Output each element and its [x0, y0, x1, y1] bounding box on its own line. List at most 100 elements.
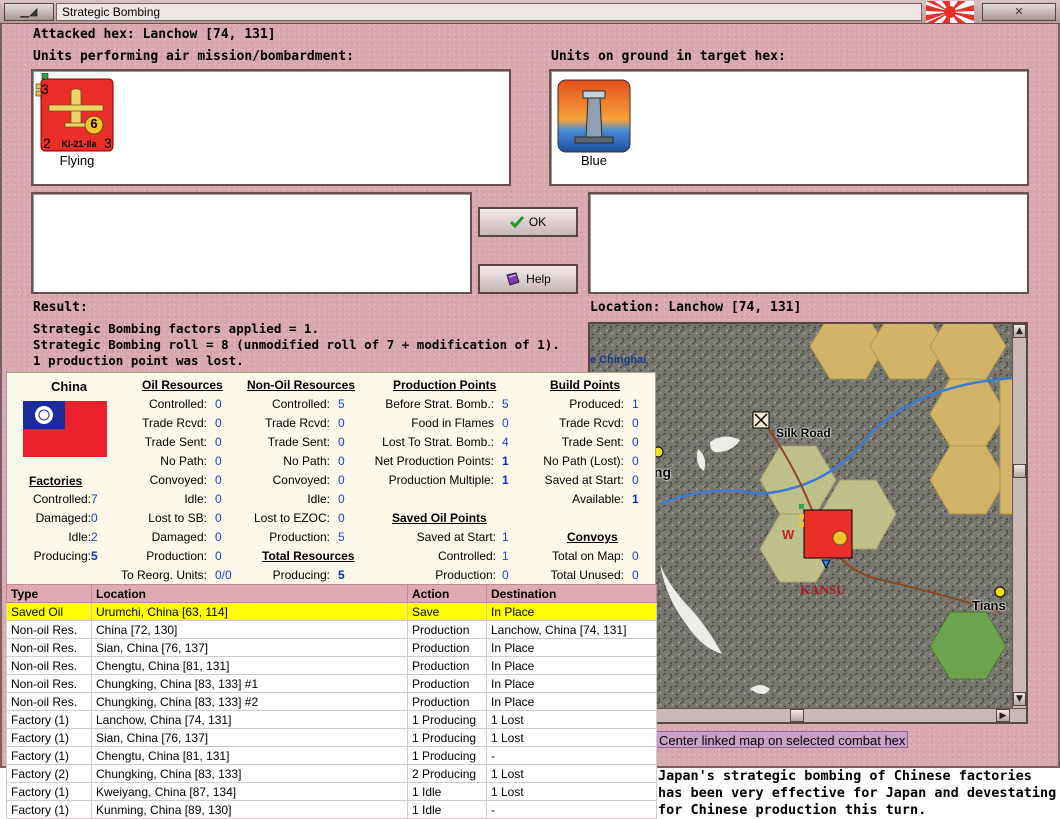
table-cell: 1 Lost: [486, 764, 657, 783]
country-name: China: [51, 379, 88, 394]
factories-row-label: Damaged:: [35, 511, 91, 525]
non-oil-row-label: Production:: [269, 530, 330, 544]
production-points-row-value: 1: [502, 473, 509, 487]
production-points-heading: Production Points: [393, 378, 497, 392]
result-line: Strategic Bombing factors applied = 1.: [33, 321, 319, 336]
system-menu-button[interactable]: ▁◢: [4, 3, 54, 21]
production-points-row-label: Before Strat. Bomb.:: [385, 397, 494, 411]
table-cell: Factory (1): [6, 800, 92, 819]
table-cell: Factory (1): [6, 710, 92, 729]
build-points-row-value: 1: [632, 397, 639, 411]
saved-oil-row-value: 1: [502, 549, 509, 563]
column-header[interactable]: Location: [91, 584, 408, 603]
non-oil-row-value: 5: [338, 397, 345, 411]
convoys-row-label: Total on Map:: [551, 549, 624, 563]
map-label-chinghai: e Chinghai: [590, 354, 647, 366]
factories-row-value: 0: [91, 511, 98, 525]
result-line: 1 production point was lost.: [33, 353, 244, 368]
production-table: Type Location Action Destination Saved Oil U…: [6, 584, 657, 819]
table-row[interactable]: Non-oil Res. Chungking, China [83, 133] #…: [6, 692, 657, 711]
unit-badge-value: 6: [90, 116, 98, 131]
convoys-row-label: Total Unused:: [550, 568, 624, 582]
saved-oil-heading: Saved Oil Points: [392, 511, 487, 525]
total-resources-row-label: Producing:: [272, 568, 330, 582]
oil-row-label: Trade Sent:: [144, 435, 207, 449]
oil-row-value: 0: [215, 492, 222, 506]
close-button[interactable]: ✕: [982, 3, 1056, 21]
table-cell: Production: [407, 674, 487, 693]
ok-button[interactable]: OK: [478, 207, 578, 237]
saved-oil-row-label: Controlled:: [437, 549, 496, 563]
oil-row-value: 0/0: [215, 568, 232, 582]
table-cell: Factory (1): [6, 782, 92, 801]
build-points-row-value: 1: [632, 492, 639, 506]
ground-unit-counter[interactable]: Blue: [557, 79, 631, 173]
column-header[interactable]: Type: [6, 584, 92, 603]
table-row[interactable]: Factory (1) Lanchow, China [74, 131] 1 Pro…: [6, 710, 657, 729]
factories-row-label: Controlled:: [32, 492, 91, 506]
table-cell: 1 Producing: [407, 710, 487, 729]
table-cell: Chengtu, China [81, 131]: [91, 746, 408, 765]
air-unit-counter[interactable]: 3 6 2 KI-21-IIa 3 Flying: [35, 73, 117, 173]
production-points-row-label: Lost To Strat. Bomb.:: [382, 435, 494, 449]
map-label-tians: Tians: [972, 598, 1006, 613]
scroll-up-icon[interactable]: ▲: [1013, 324, 1026, 338]
non-oil-row-value: 0: [338, 416, 345, 430]
table-row[interactable]: Non-oil Res. Sian, China [76, 137] Product…: [6, 638, 657, 657]
non-oil-row-value: 5: [338, 530, 345, 544]
convoys-row-value: 0: [632, 549, 639, 563]
table-cell: Save: [407, 602, 487, 621]
column-header[interactable]: Destination: [486, 584, 657, 603]
map-label-lanchow-fragment: W: [782, 527, 795, 542]
help-button[interactable]: Help: [478, 264, 578, 294]
table-row[interactable]: Factory (1) Chengtu, China [81, 131] 1 Pro…: [6, 746, 657, 765]
oil-row-label: Production:: [146, 549, 207, 563]
unit-status: Flying: [59, 153, 95, 168]
non-oil-row-label: Idle:: [307, 492, 330, 506]
convoys-row-value: 0: [632, 568, 639, 582]
table-cell: Chungking, China [83, 133] #2: [91, 692, 408, 711]
table-row[interactable]: Non-oil Res. Chengtu, China [81, 131] Prod…: [6, 656, 657, 675]
oil-row-value: 0: [215, 435, 222, 449]
table-cell: Factory (1): [6, 728, 92, 747]
center-map-link[interactable]: Center linked map on selected combat hex: [656, 731, 909, 748]
ground-unit-status: Blue: [580, 153, 608, 168]
non-oil-row-label: Convoyed:: [272, 473, 330, 487]
result-label: Result:: [33, 300, 88, 315]
help-button-label: Help: [526, 272, 551, 286]
table-row[interactable]: Factory (1) Kunming, China [89, 130] 1 Idl…: [6, 800, 657, 819]
oil-row-value: 0: [215, 416, 222, 430]
map-label-kansu: KANSU: [800, 582, 846, 597]
table-row[interactable]: Saved Oil Urumchi, China [63, 114] Save In …: [6, 602, 657, 621]
non-oil-row-value: 0: [338, 435, 345, 449]
map-vertical-scrollbar[interactable]: ▲ ▼: [1012, 324, 1026, 708]
table-cell: Production: [407, 692, 487, 711]
build-points-row-value: 0: [632, 435, 639, 449]
saved-oil-row-label: Production:: [435, 568, 496, 582]
defender-info-panel: [588, 192, 1029, 294]
table-row[interactable]: Factory (1) Sian, China [76, 137] 1 Produc…: [6, 728, 657, 747]
table-row[interactable]: Factory (2) Chungking, China [83, 133] 2 P…: [6, 764, 657, 783]
oil-row-value: 0: [215, 397, 222, 411]
table-row[interactable]: Non-oil Res. Chungking, China [83, 133] #…: [6, 674, 657, 693]
scroll-down-icon[interactable]: ▼: [1013, 692, 1026, 706]
scroll-thumb-vertical[interactable]: [1013, 464, 1026, 478]
build-points-row-label: Available:: [572, 492, 624, 506]
scroll-right-icon[interactable]: ▶: [996, 709, 1010, 722]
production-points-row-label: Production Multiple:: [388, 473, 494, 487]
table-cell: In Place: [486, 656, 657, 675]
unit-top-left-value: 3: [41, 81, 49, 97]
production-points-row-label: Food in Flames: [411, 416, 494, 430]
column-header[interactable]: Action: [407, 584, 487, 603]
oil-row-label: Controlled:: [148, 397, 207, 411]
table-cell: Non-oil Res.: [6, 656, 92, 675]
rising-sun-flag-icon: [926, 1, 974, 23]
air-units-label: Units performing air mission/bombardment…: [33, 49, 354, 64]
saved-oil-row-label: Saved at Start:: [416, 530, 496, 544]
production-points-row-value: 5: [502, 397, 509, 411]
table-row[interactable]: Non-oil Res. China [72, 130] Production Lan…: [6, 620, 657, 639]
table-row[interactable]: Factory (1) Kweiyang, China [87, 134] 1 Id…: [6, 782, 657, 801]
scroll-thumb-horizontal[interactable]: [790, 709, 804, 722]
non-oil-row-value: 0: [338, 454, 345, 468]
oil-row-value: 0: [215, 454, 222, 468]
